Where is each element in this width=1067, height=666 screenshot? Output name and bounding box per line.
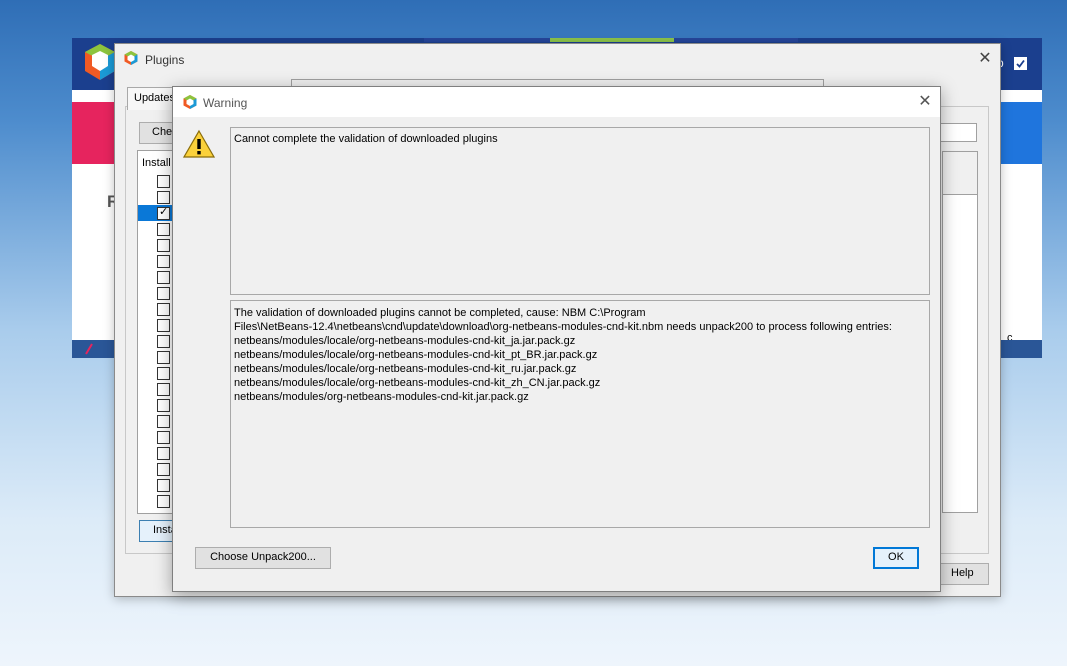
table-row[interactable]: [138, 237, 174, 253]
table-row[interactable]: [138, 477, 174, 493]
button-label: Choose Unpack200...: [210, 551, 316, 563]
install-checkbox[interactable]: [157, 239, 170, 252]
choose-unpack200-button[interactable]: Choose Unpack200...: [195, 547, 331, 569]
table-row[interactable]: [138, 349, 174, 365]
table-row[interactable]: [138, 221, 174, 237]
install-checkbox[interactable]: [157, 431, 170, 444]
install-checkbox[interactable]: [157, 367, 170, 380]
install-checkbox[interactable]: [157, 383, 170, 396]
table-row[interactable]: [138, 493, 174, 509]
table-row[interactable]: [138, 397, 174, 413]
install-checkbox[interactable]: [157, 205, 170, 220]
header-tab-line: [424, 38, 550, 42]
install-checkbox[interactable]: [157, 303, 170, 316]
pink-banner: M: [72, 102, 124, 207]
ok-button[interactable]: OK: [873, 547, 919, 569]
warning-detail-text: The validation of downloaded plugins can…: [234, 306, 892, 404]
button-label: Help: [951, 567, 974, 579]
install-checkbox[interactable]: [157, 479, 170, 492]
install-checkbox[interactable]: [157, 191, 170, 204]
detail-line: netbeans/modules/locale/org-netbeans-mod…: [234, 363, 577, 375]
table-row[interactable]: [138, 253, 174, 269]
header-active-tab-line: [550, 38, 674, 42]
detail-line: The validation of downloaded plugins can…: [234, 307, 646, 319]
search-input[interactable]: [935, 123, 977, 142]
table-row[interactable]: [138, 429, 174, 445]
tab-updates[interactable]: Updates: [127, 87, 177, 110]
table-row[interactable]: [138, 301, 174, 317]
install-checkbox[interactable]: [157, 335, 170, 348]
close-icon[interactable]: ✕: [915, 91, 935, 111]
detail-line: netbeans/modules/locale/org-netbeans-mod…: [234, 349, 598, 361]
warning-summary-box: Cannot complete the validation of downlo…: [230, 127, 930, 295]
netbeans-small-icon: [183, 95, 197, 109]
warning-titlebar: Warning ✕: [173, 87, 940, 117]
close-icon[interactable]: ✕: [975, 48, 995, 68]
table-row[interactable]: [138, 189, 174, 205]
plugin-details-panel: [942, 151, 978, 513]
details-header: [943, 152, 977, 195]
install-checkbox[interactable]: [157, 495, 170, 508]
status-edit-icon: [85, 343, 93, 355]
dialog-title: Plugins: [145, 53, 185, 67]
netbeans-cube-icon: [85, 44, 115, 80]
install-checkbox[interactable]: [157, 255, 170, 268]
warning-triangle-icon: [183, 129, 215, 158]
warning-summary-text: Cannot complete the validation of downlo…: [234, 133, 498, 145]
install-checkbox[interactable]: [157, 447, 170, 460]
install-checkbox[interactable]: [157, 463, 170, 476]
dialog-title: Warning: [203, 96, 248, 110]
detail-line: netbeans/modules/locale/org-netbeans-mod…: [234, 377, 601, 389]
checkmark-icon: [1016, 59, 1025, 68]
header-checkbox[interactable]: [1014, 57, 1027, 70]
header-tab-line: [674, 38, 798, 42]
table-header-install[interactable]: Install: [138, 151, 174, 173]
detail-line: netbeans/modules/locale/org-netbeans-mod…: [234, 335, 576, 347]
table-row[interactable]: [138, 173, 174, 189]
install-checkbox[interactable]: [157, 319, 170, 332]
table-row[interactable]: [138, 365, 174, 381]
warning-detail-box[interactable]: The validation of downloaded plugins can…: [230, 300, 930, 528]
detail-line: netbeans/modules/org-netbeans-modules-cn…: [234, 391, 529, 403]
install-checkbox[interactable]: [157, 287, 170, 300]
install-checkbox[interactable]: [157, 351, 170, 364]
detail-line: Files\NetBeans-12.4\netbeans\cnd\update\…: [234, 321, 892, 333]
warning-dialog: Warning ✕ Cannot complete the validation…: [172, 86, 941, 592]
table-row[interactable]: [138, 413, 174, 429]
install-checkbox[interactable]: [157, 271, 170, 284]
install-checkbox[interactable]: [157, 399, 170, 412]
table-row[interactable]: [138, 205, 174, 221]
install-checkbox[interactable]: [157, 415, 170, 428]
table-row[interactable]: [138, 445, 174, 461]
install-checkbox[interactable]: [157, 175, 170, 188]
table-row[interactable]: [138, 269, 174, 285]
plugins-table[interactable]: Install: [137, 150, 175, 514]
table-row[interactable]: [138, 317, 174, 333]
table-row[interactable]: [138, 333, 174, 349]
table-row[interactable]: [138, 285, 174, 301]
table-row[interactable]: [138, 381, 174, 397]
table-row[interactable]: [138, 461, 174, 477]
netbeans-small-icon: [124, 51, 138, 65]
button-label: OK: [888, 551, 904, 563]
help-button[interactable]: Help: [939, 563, 989, 585]
install-checkbox[interactable]: [157, 223, 170, 236]
blue-banner: [1000, 102, 1042, 164]
tab-label: Updates: [134, 92, 175, 104]
